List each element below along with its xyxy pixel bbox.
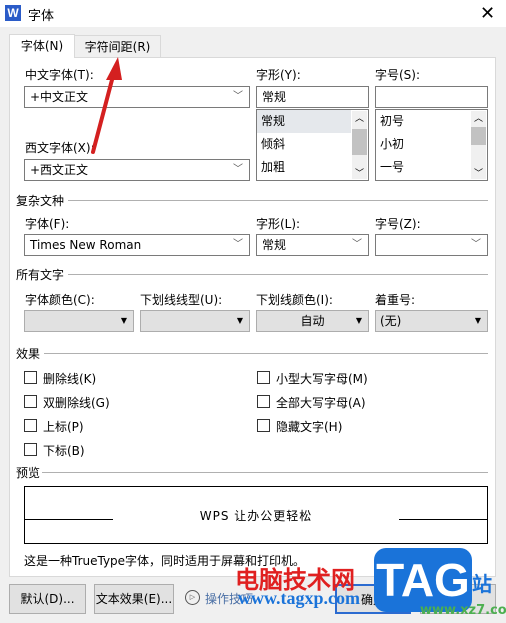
tab-font[interactable]: 字体(N): [9, 34, 75, 58]
watermark-url2: www.xz7.com: [420, 603, 506, 618]
watermark-site: 站: [472, 572, 492, 596]
red-arrow-annotation: [91, 57, 122, 154]
watermark-url: www.tagxp.com: [238, 588, 360, 608]
